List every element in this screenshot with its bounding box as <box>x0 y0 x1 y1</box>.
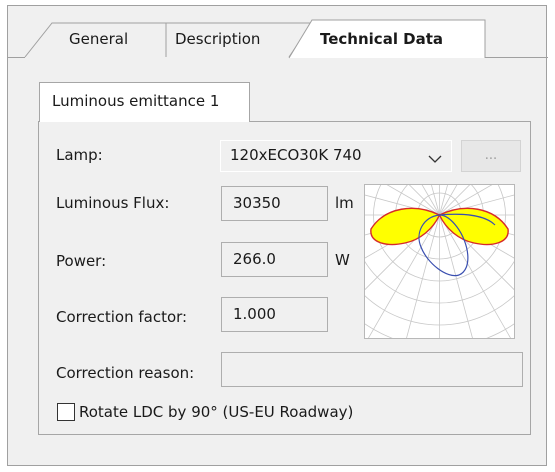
light-distribution-curve <box>239 15 555 415</box>
tab-description[interactable]: Description <box>166 20 296 60</box>
tab-technical-data[interactable]: Technical Data <box>306 20 484 60</box>
rotate-ldc-checkbox[interactable] <box>57 403 75 421</box>
power-field[interactable]: 266.0 <box>221 242 328 277</box>
luminous-flux-unit: lm <box>335 194 354 212</box>
luminous-flux-field[interactable]: 30350 <box>221 186 328 221</box>
lamp-select-value: 120xECO30K 740 <box>230 146 362 164</box>
power-label: Power: <box>56 252 107 270</box>
lamp-select[interactable]: 120xECO30K 740 <box>220 140 452 172</box>
tab-technical-data-label: Technical Data <box>320 30 444 48</box>
tab-general-label: General <box>69 30 129 48</box>
power-unit: W <box>335 251 350 269</box>
lamp-browse-button[interactable]: ... <box>461 140 521 172</box>
correction-reason-label: Correction reason: <box>56 364 195 382</box>
lamp-label: Lamp: <box>56 146 103 164</box>
luminous-flux-label: Luminous Flux: <box>56 194 170 212</box>
tab-luminous-emittance-1[interactable]: Luminous emittance 1 <box>39 82 250 122</box>
tab-general[interactable]: General <box>34 20 164 60</box>
chevron-down-icon <box>428 150 442 168</box>
tab-description-label: Description <box>175 30 261 48</box>
ldc-polar-diagram <box>239 15 555 415</box>
subtab-label: Luminous emittance 1 <box>52 92 220 110</box>
correction-reason-field[interactable] <box>221 352 523 387</box>
correction-factor-field[interactable]: 1.000 <box>221 297 328 332</box>
correction-factor-label: Correction factor: <box>56 308 188 326</box>
tab-strip: General Description Technical Data <box>8 6 548 60</box>
rotate-ldc-label[interactable]: Rotate LDC by 90° (US-EU Roadway) <box>79 403 353 421</box>
